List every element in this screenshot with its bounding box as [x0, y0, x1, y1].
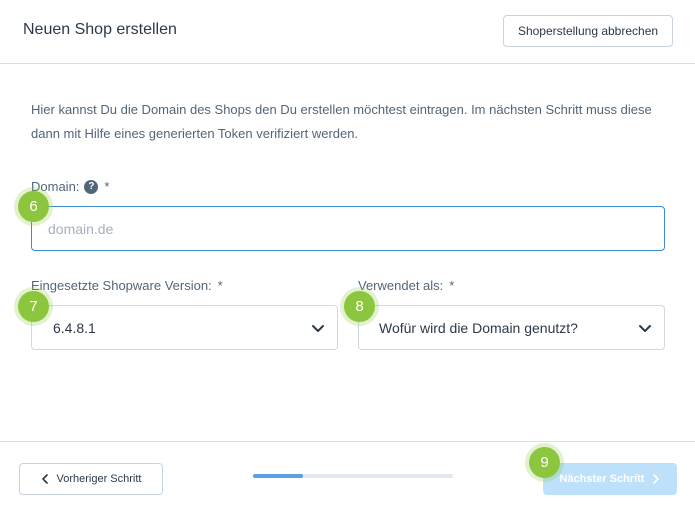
usage-label-row: Verwendet als: * [358, 278, 454, 293]
version-label: Eingesetzte Shopware Version: [31, 278, 212, 293]
next-step-label: Nächster Schritt [559, 473, 645, 485]
usage-select-value: Wofür wird die Domain genutzt? [379, 319, 578, 336]
step-badge-7: 7 [18, 291, 49, 322]
chevron-down-icon [639, 325, 651, 332]
step-badge-6: 6 [18, 191, 49, 222]
version-select[interactable]: 6.4.8.1 [31, 305, 338, 350]
wizard-progress-bar [253, 474, 453, 478]
domain-label-row: Domain: ? * [31, 179, 109, 194]
version-label-row: Eingesetzte Shopware Version: * [31, 278, 223, 293]
version-required-mark: * [217, 278, 223, 293]
chevron-right-icon [653, 474, 660, 484]
previous-step-button[interactable]: Vorheriger Schritt [19, 463, 163, 495]
step-badge-8: 8 [344, 291, 375, 322]
usage-select[interactable]: Wofür wird die Domain genutzt? [358, 305, 665, 350]
chevron-left-icon [41, 474, 48, 484]
version-select-value: 6.4.8.1 [53, 319, 96, 336]
wizard-footer: Vorheriger Schritt Nächster Schritt [0, 441, 695, 511]
next-step-button[interactable]: Nächster Schritt [543, 463, 677, 495]
question-circle-icon[interactable]: ? [84, 179, 99, 194]
domain-input[interactable] [31, 206, 665, 251]
page-title: Neuen Shop erstellen [23, 21, 177, 38]
step-badge-9: 9 [529, 447, 560, 478]
page-header: Neuen Shop erstellen Shoperstellung abbr… [0, 0, 695, 64]
previous-step-label: Vorheriger Schritt [56, 473, 142, 485]
usage-label: Verwendet als: [358, 278, 444, 293]
intro-text: Hier kannst Du die Domain des Shops den … [31, 102, 652, 141]
cancel-shop-creation-button[interactable]: Shoperstellung abbrechen [503, 15, 673, 47]
domain-required-mark: * [104, 179, 110, 194]
chevron-down-icon [312, 325, 324, 332]
usage-required-mark: * [449, 278, 455, 293]
wizard-progress-fill [253, 474, 303, 478]
